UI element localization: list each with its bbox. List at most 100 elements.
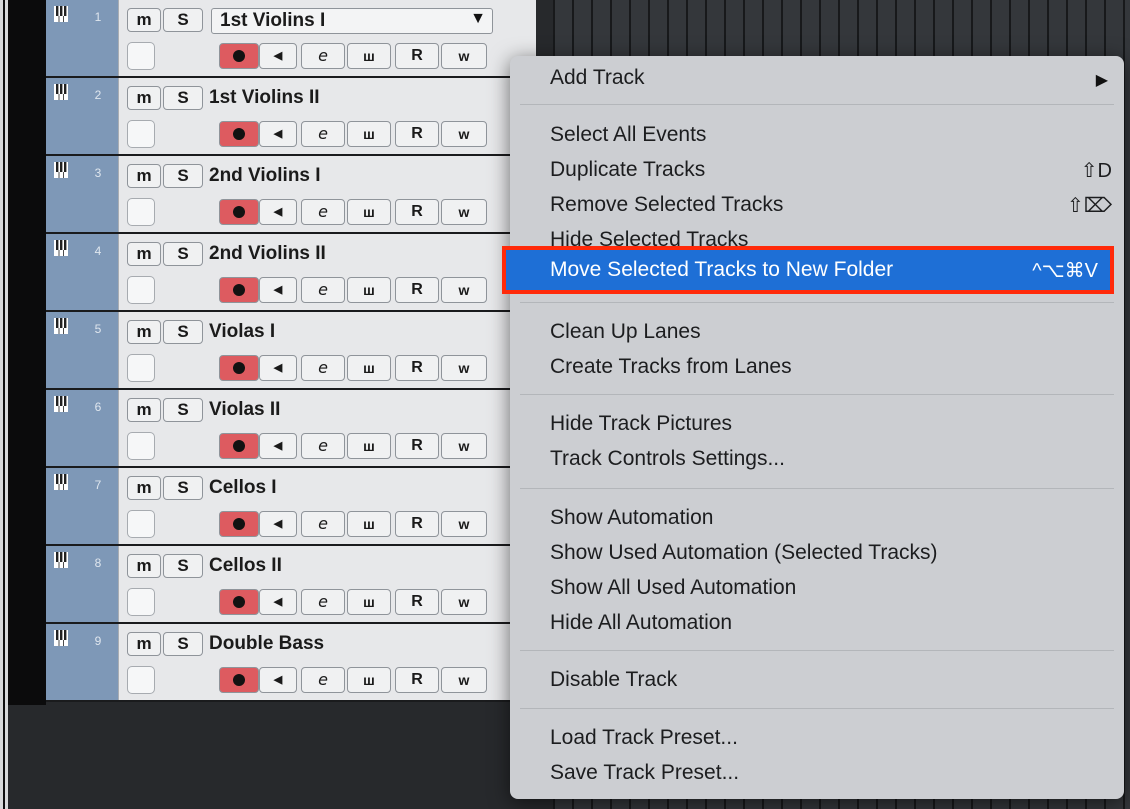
track-name[interactable]: 1st Violins II xyxy=(209,87,320,109)
menu-item-select-all-events[interactable]: Select All Events xyxy=(510,119,1124,153)
solo-button[interactable]: S xyxy=(163,320,203,344)
solo-button[interactable]: S xyxy=(163,476,203,500)
edit-instrument-button[interactable]: e xyxy=(301,43,345,69)
write-automation-button[interactable]: w xyxy=(441,511,487,537)
track-name[interactable]: Violas II xyxy=(209,399,280,421)
edit-instrument-button[interactable]: e xyxy=(301,511,345,537)
write-automation-button[interactable]: w xyxy=(441,121,487,147)
track-checkbox[interactable] xyxy=(127,432,155,460)
keyboard-button[interactable]: ш xyxy=(347,121,391,147)
track-checkbox[interactable] xyxy=(127,666,155,694)
track-checkbox[interactable] xyxy=(127,120,155,148)
edit-instrument-button[interactable]: e xyxy=(301,355,345,381)
keyboard-button[interactable]: ш xyxy=(347,511,391,537)
solo-button[interactable]: S xyxy=(163,398,203,422)
read-automation-button[interactable]: R xyxy=(395,43,439,69)
record-enable-button[interactable] xyxy=(219,43,259,69)
write-automation-button[interactable]: w xyxy=(441,355,487,381)
edit-instrument-button[interactable]: e xyxy=(301,277,345,303)
record-enable-button[interactable] xyxy=(219,199,259,225)
read-automation-button[interactable]: R xyxy=(395,277,439,303)
track-name[interactable]: Cellos I xyxy=(209,477,277,499)
read-automation-button[interactable]: R xyxy=(395,433,439,459)
solo-button[interactable]: S xyxy=(163,632,203,656)
track-color-strip[interactable]: 7 xyxy=(46,468,118,546)
write-automation-button[interactable]: w xyxy=(441,433,487,459)
track-3[interactable]: 3 m S 2nd Violins I ◀ e ш R w xyxy=(46,156,536,234)
track-checkbox[interactable] xyxy=(127,588,155,616)
track-name[interactable]: 2nd Violins I xyxy=(209,165,321,187)
track-color-strip[interactable]: 4 xyxy=(46,234,118,312)
solo-button[interactable]: S xyxy=(163,8,203,32)
solo-button[interactable]: S xyxy=(163,242,203,266)
menu-item-remove-selected-tracks[interactable]: Remove Selected Tracks ⇧⌦ xyxy=(510,189,1124,223)
solo-button[interactable]: S xyxy=(163,86,203,110)
record-enable-button[interactable] xyxy=(219,277,259,303)
monitor-button[interactable]: ◀ xyxy=(259,121,297,147)
monitor-button[interactable]: ◀ xyxy=(259,511,297,537)
record-enable-button[interactable] xyxy=(219,589,259,615)
track-color-strip[interactable]: 2 xyxy=(46,78,118,156)
track-color-strip[interactable]: 9 xyxy=(46,624,118,702)
mute-button[interactable]: m xyxy=(127,632,161,656)
menu-item-create-tracks-from-lanes[interactable]: Create Tracks from Lanes xyxy=(510,351,1124,385)
record-enable-button[interactable] xyxy=(219,511,259,537)
track-output-dropdown[interactable]: 1st Violins I ▼ xyxy=(211,8,493,34)
record-enable-button[interactable] xyxy=(219,433,259,459)
monitor-button[interactable]: ◀ xyxy=(259,199,297,225)
keyboard-button[interactable]: ш xyxy=(347,433,391,459)
menu-item-duplicate-tracks[interactable]: Duplicate Tracks ⇧D xyxy=(510,154,1124,188)
write-automation-button[interactable]: w xyxy=(441,199,487,225)
mute-button[interactable]: m xyxy=(127,554,161,578)
track-4[interactable]: 4 m S 2nd Violins II ◀ e ш R w xyxy=(46,234,536,312)
read-automation-button[interactable]: R xyxy=(395,667,439,693)
keyboard-button[interactable]: ш xyxy=(347,199,391,225)
track-7[interactable]: 7 m S Cellos I ◀ e ш R w xyxy=(46,468,536,546)
menu-item-disable-track[interactable]: Disable Track xyxy=(510,664,1124,698)
monitor-button[interactable]: ◀ xyxy=(259,355,297,381)
track-8[interactable]: 8 m S Cellos II ◀ e ш R w xyxy=(46,546,536,624)
menu-item-load-track-preset[interactable]: Load Track Preset... xyxy=(510,722,1124,756)
mute-button[interactable]: m xyxy=(127,8,161,32)
track-name[interactable]: Cellos II xyxy=(209,555,282,577)
menu-item-clean-up-lanes[interactable]: Clean Up Lanes xyxy=(510,316,1124,350)
keyboard-button[interactable]: ш xyxy=(347,277,391,303)
track-2[interactable]: 2 m S 1st Violins II ◀ e ш R w xyxy=(46,78,536,156)
mute-button[interactable]: m xyxy=(127,86,161,110)
record-enable-button[interactable] xyxy=(219,667,259,693)
monitor-button[interactable]: ◀ xyxy=(259,433,297,459)
monitor-button[interactable]: ◀ xyxy=(259,589,297,615)
menu-item-hide-track-pictures[interactable]: Hide Track Pictures xyxy=(510,408,1124,442)
solo-button[interactable]: S xyxy=(163,164,203,188)
menu-item-hide-all-automation[interactable]: Hide All Automation xyxy=(510,607,1124,641)
menu-item-save-track-preset[interactable]: Save Track Preset... xyxy=(510,757,1124,791)
write-automation-button[interactable]: w xyxy=(441,667,487,693)
edit-instrument-button[interactable]: e xyxy=(301,199,345,225)
track-6[interactable]: 6 m S Violas II ◀ e ш R w xyxy=(46,390,536,468)
write-automation-button[interactable]: w xyxy=(441,43,487,69)
menu-item-show-automation[interactable]: Show Automation xyxy=(510,502,1124,536)
read-automation-button[interactable]: R xyxy=(395,589,439,615)
track-checkbox[interactable] xyxy=(127,276,155,304)
edit-instrument-button[interactable]: e xyxy=(301,121,345,147)
keyboard-button[interactable]: ш xyxy=(347,589,391,615)
mute-button[interactable]: m xyxy=(127,476,161,500)
record-enable-button[interactable] xyxy=(219,355,259,381)
read-automation-button[interactable]: R xyxy=(395,511,439,537)
monitor-button[interactable]: ◀ xyxy=(259,43,297,69)
mute-button[interactable]: m xyxy=(127,242,161,266)
track-color-strip[interactable]: 5 xyxy=(46,312,118,390)
track-color-strip[interactable]: 3 xyxy=(46,156,118,234)
mute-button[interactable]: m xyxy=(127,320,161,344)
track-checkbox[interactable] xyxy=(127,42,155,70)
menu-item-add-track[interactable]: Add Track ▶ xyxy=(510,62,1124,96)
record-enable-button[interactable] xyxy=(219,121,259,147)
edit-instrument-button[interactable]: e xyxy=(301,667,345,693)
track-checkbox[interactable] xyxy=(127,198,155,226)
track-name[interactable]: Double Bass xyxy=(209,633,324,655)
keyboard-button[interactable]: ш xyxy=(347,43,391,69)
menu-item-move-to-new-folder[interactable]: Move Selected Tracks to New Folder ^⌥⌘V xyxy=(502,246,1114,294)
track-color-strip[interactable]: 1 xyxy=(46,0,118,78)
keyboard-button[interactable]: ш xyxy=(347,355,391,381)
menu-item-show-used-automation-selected[interactable]: Show Used Automation (Selected Tracks) xyxy=(510,537,1124,571)
